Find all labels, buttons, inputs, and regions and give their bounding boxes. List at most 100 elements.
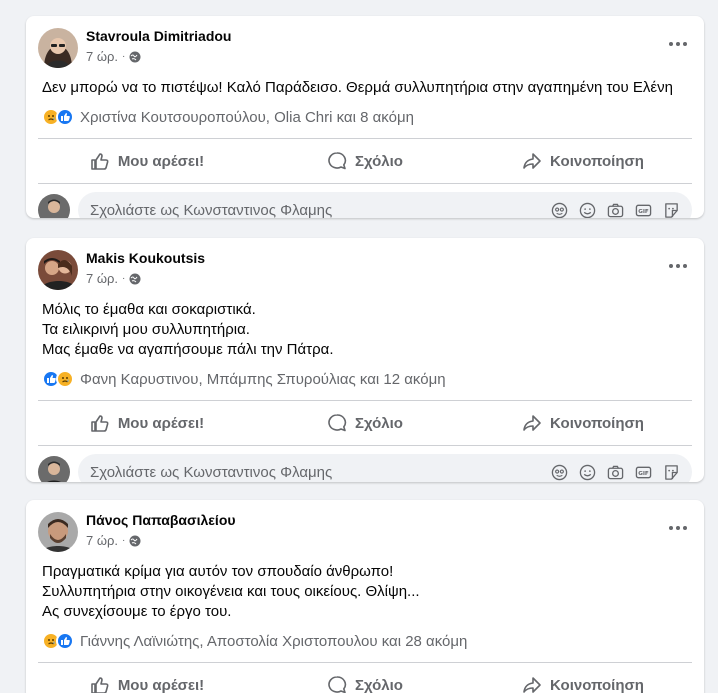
post: Stavroula Dimitriadou 7 ώρ. · Δεν μπορώ … — [26, 16, 704, 218]
like-button[interactable]: Μου αρέσει! — [38, 667, 256, 693]
post-text: Πραγματικά κρίμα για αυτόν τον σπουδαίο … — [26, 562, 704, 622]
post-header: Πάνος Παπαβασιλείου 7 ώρ. · — [26, 500, 704, 562]
gif-icon[interactable]: GIF — [634, 201, 652, 218]
comment-button[interactable]: Σχόλιο — [256, 143, 474, 179]
reactions-names: Φανη Καρυστινου, Μπάμπης Σπυρούλιας και … — [80, 370, 446, 388]
share-label: Κοινοποίηση — [550, 152, 644, 170]
post-text-line: Μόλις το έμαθα και σοκαριστικά. — [42, 301, 256, 318]
post-meta: 7 ώρ. · — [86, 49, 141, 64]
share-button[interactable]: Κοινοποίηση — [474, 143, 692, 179]
emoji-icon[interactable] — [578, 463, 596, 481]
comment-input[interactable]: Σχολιάστε ως Κωνσταντινος Φλαμης GIF — [78, 192, 692, 218]
globe-icon — [129, 535, 141, 546]
post-actions: Μου αρέσει! Σχόλιο Κοινοποίηση — [38, 663, 692, 693]
gif-icon[interactable]: GIF — [634, 463, 652, 481]
news-feed: Stavroula Dimitriadou 7 ώρ. · Δεν μπορώ … — [0, 0, 718, 693]
thumbs-up-icon — [91, 415, 109, 432]
reactions-names: Γιάννης Λαϊνιώτης, Αποστολία Χριστοπουλο… — [80, 632, 468, 650]
share-button[interactable]: Κοινοποίηση — [474, 405, 692, 441]
like-label: Μου αρέσει! — [117, 414, 205, 432]
reactions-summary[interactable]: Φανη Καρυστινου, Μπάμπης Σπυρούλιας και … — [26, 368, 704, 390]
svg-text:GIF: GIF — [638, 470, 649, 476]
like-icon — [56, 108, 74, 126]
avatar[interactable] — [38, 28, 78, 68]
comment-placeholder: Σχολιάστε ως Κωνσταντινος Φλαμης — [90, 201, 333, 219]
thumbs-up-icon — [91, 153, 109, 170]
comment-tools: GIF — [550, 463, 680, 481]
globe-icon — [129, 51, 141, 62]
separator-dot: · — [122, 535, 126, 546]
emoji-icon[interactable] — [578, 201, 596, 218]
post-header: Makis Koukoutsis 7 ώρ. · — [26, 238, 704, 300]
sticker-icon[interactable] — [662, 463, 680, 481]
avatar-sticker-icon[interactable] — [550, 463, 568, 481]
sticker-icon[interactable] — [662, 201, 680, 218]
post-header: Stavroula Dimitriadou 7 ώρ. · — [26, 16, 704, 78]
post-author[interactable]: Stavroula Dimitriadou — [86, 28, 231, 44]
comment-composer: Σχολιάστε ως Κωνσταντινος Φλαμης GIF — [26, 184, 704, 218]
like-icon — [56, 632, 74, 650]
separator-dot: · — [122, 51, 126, 62]
avatar[interactable] — [38, 250, 78, 290]
post-text-line: Τα ειλικρινή μου συλλυπητήρια. — [42, 321, 250, 338]
post-author[interactable]: Makis Koukoutsis — [86, 250, 205, 266]
post-text-line: Ας συνεχίσουμε το έργο του. — [42, 603, 232, 620]
like-label: Μου αρέσει! — [117, 676, 205, 693]
comment-label: Σχόλιο — [355, 414, 403, 432]
post-time[interactable]: 7 ώρ. — [86, 49, 118, 64]
thumbs-up-icon — [91, 677, 109, 693]
sad-icon — [56, 370, 74, 388]
post-time[interactable]: 7 ώρ. — [86, 271, 118, 286]
reactions-summary[interactable]: Γιάννης Λαϊνιώτης, Αποστολία Χριστοπουλο… — [26, 630, 704, 652]
comment-button[interactable]: Σχόλιο — [256, 667, 474, 693]
camera-icon[interactable] — [606, 463, 624, 481]
post-text-line: Μας έμαθε να αγαπήσουμε πάλι την Πάτρα. — [42, 341, 334, 358]
like-button[interactable]: Μου αρέσει! — [38, 405, 256, 441]
like-button[interactable]: Μου αρέσει! — [38, 143, 256, 179]
more-options-button[interactable] — [664, 252, 692, 280]
globe-icon — [129, 273, 141, 284]
post: Πάνος Παπαβασιλείου 7 ώρ. · Πραγματικά κ… — [26, 500, 704, 693]
share-arrow-icon — [523, 153, 541, 169]
share-button[interactable]: Κοινοποίηση — [474, 667, 692, 693]
comment-bubble-icon — [328, 676, 347, 693]
post-actions: Μου αρέσει! Σχόλιο Κοινοποίηση — [38, 139, 692, 183]
reaction-icons — [42, 370, 74, 388]
comment-bubble-icon — [328, 152, 347, 170]
post-text-line: Πραγματικά κρίμα για αυτόν τον σπουδαίο … — [42, 563, 394, 580]
post-author[interactable]: Πάνος Παπαβασιλείου — [86, 512, 236, 528]
current-user-avatar[interactable] — [38, 456, 70, 482]
comment-placeholder: Σχολιάστε ως Κωνσταντινος Φλαμης — [90, 463, 333, 481]
comment-input[interactable]: Σχολιάστε ως Κωνσταντινος Φλαμης GIF — [78, 454, 692, 482]
comment-label: Σχόλιο — [355, 152, 403, 170]
post-text-line: Δεν μπορώ να το πιστέψω! Καλό Παράδεισο.… — [42, 79, 673, 96]
more-options-button[interactable] — [664, 514, 692, 542]
post-time[interactable]: 7 ώρ. — [86, 533, 118, 548]
post-text-line: Συλλυπητήρια στην οικογένεια και τους οι… — [42, 583, 420, 600]
post-text: Μόλις το έμαθα και σοκαριστικά. Τα ειλικ… — [26, 300, 704, 360]
share-arrow-icon — [523, 415, 541, 431]
post: Makis Koukoutsis 7 ώρ. · Μόλις το έμαθα … — [26, 238, 704, 482]
camera-icon[interactable] — [606, 201, 624, 218]
comment-bubble-icon — [328, 414, 347, 432]
avatar-sticker-icon[interactable] — [550, 201, 568, 218]
reaction-icons — [42, 108, 74, 126]
reaction-icons — [42, 632, 74, 650]
separator-dot: · — [122, 273, 126, 284]
comment-composer: Σχολιάστε ως Κωνσταντινος Φλαμης GIF — [26, 446, 704, 482]
avatar[interactable] — [38, 512, 78, 552]
like-label: Μου αρέσει! — [117, 152, 205, 170]
more-options-button[interactable] — [664, 30, 692, 58]
comment-label: Σχόλιο — [355, 676, 403, 693]
share-arrow-icon — [523, 677, 541, 693]
share-label: Κοινοποίηση — [550, 414, 644, 432]
post-actions: Μου αρέσει! Σχόλιο Κοινοποίηση — [38, 401, 692, 445]
comment-button[interactable]: Σχόλιο — [256, 405, 474, 441]
reactions-names: Χριστίνα Κουτσουροπούλου, Olia Chri και … — [80, 108, 414, 126]
comment-tools: GIF — [550, 201, 680, 218]
post-text: Δεν μπορώ να το πιστέψω! Καλό Παράδεισο.… — [26, 78, 704, 98]
current-user-avatar[interactable] — [38, 194, 70, 218]
post-meta: 7 ώρ. · — [86, 271, 141, 286]
share-label: Κοινοποίηση — [550, 676, 644, 693]
reactions-summary[interactable]: Χριστίνα Κουτσουροπούλου, Olia Chri και … — [26, 106, 704, 128]
